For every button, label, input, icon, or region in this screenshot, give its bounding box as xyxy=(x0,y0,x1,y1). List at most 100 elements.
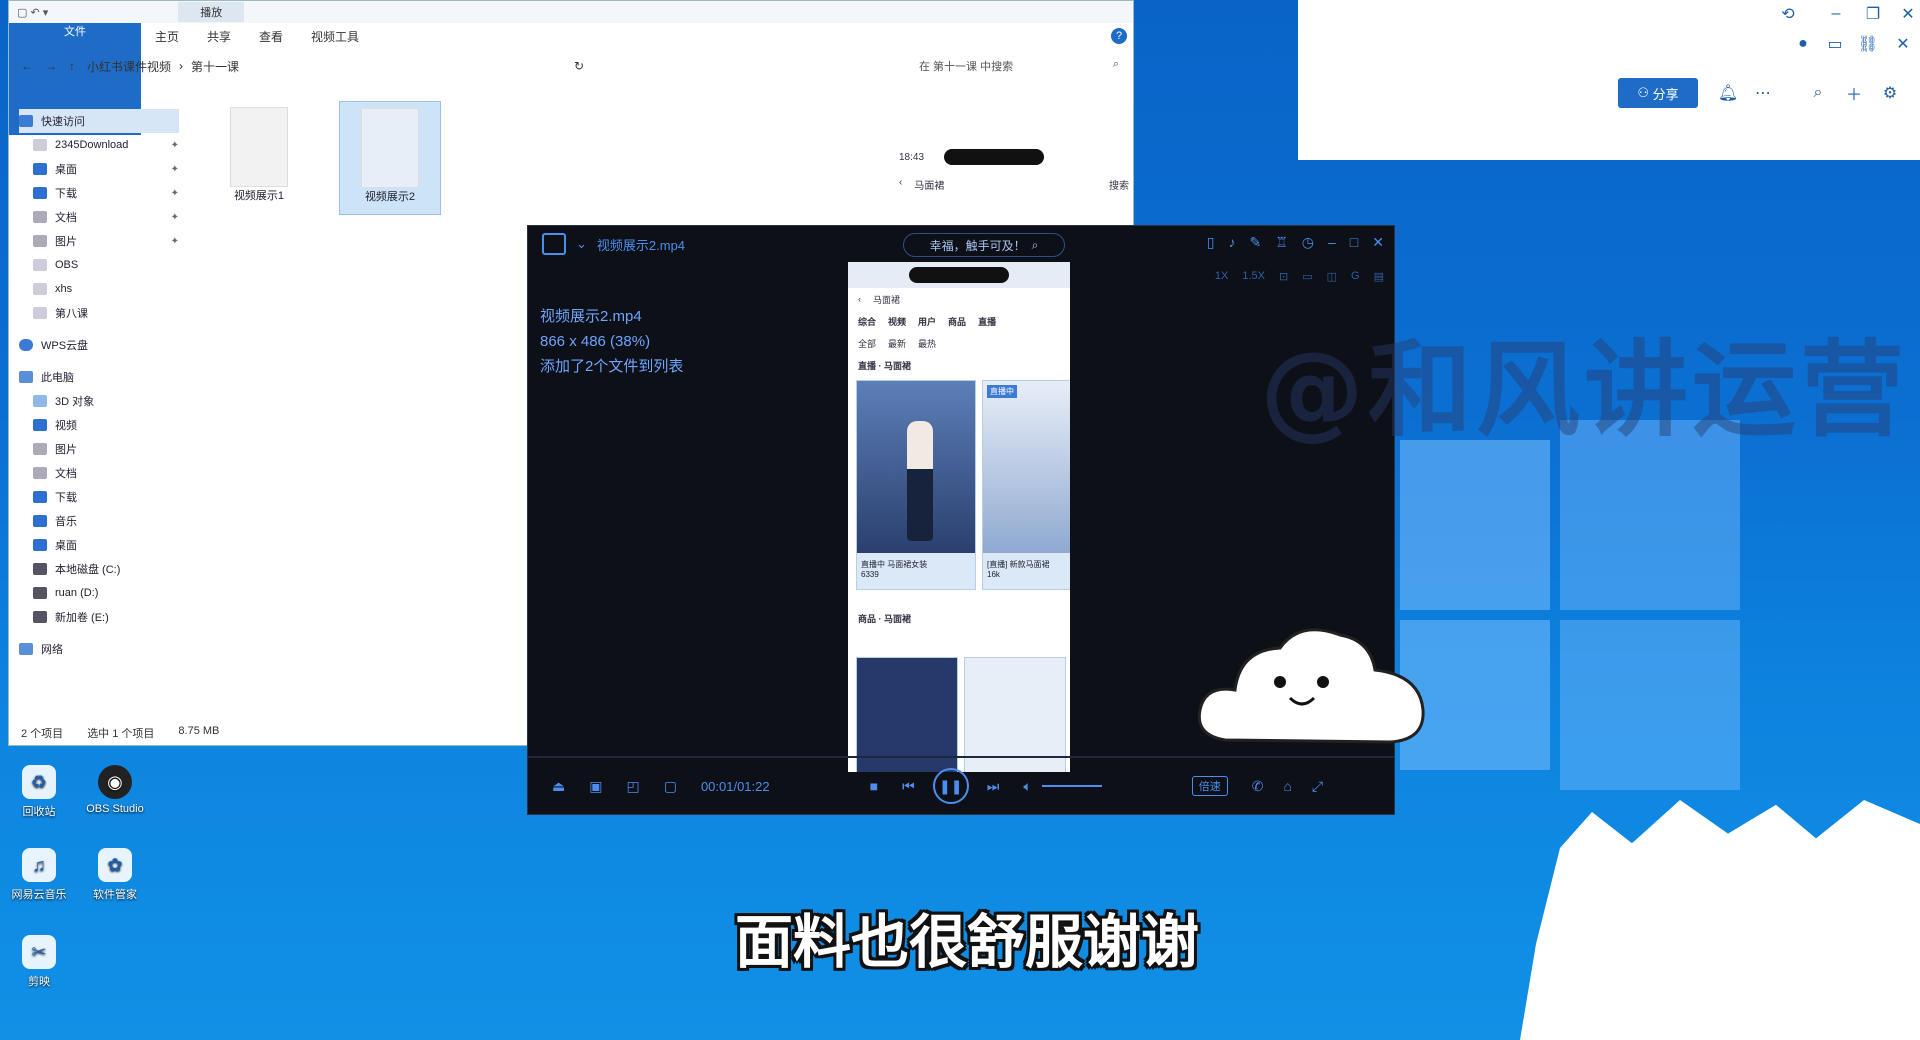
app-tab: 视频 xyxy=(888,316,907,327)
context-tab-play[interactable]: 播放 xyxy=(178,2,245,22)
capture-icon[interactable]: ◫ xyxy=(1327,270,1337,283)
video-thumbnail xyxy=(361,108,419,188)
plus-icon[interactable]: ＋ xyxy=(1844,83,1864,104)
nav-item[interactable]: 桌面 xyxy=(19,533,179,557)
volume-slider[interactable] xyxy=(1041,785,1102,787)
skin-icon[interactable]: ♖ xyxy=(1275,234,1288,251)
brush-icon[interactable]: ✎ xyxy=(1249,234,1261,251)
video-frame[interactable]: ‹ 马面裙 综合 视频 用户 商品 直播 全部 最新 最热 直播 · 马面裙 直… xyxy=(848,262,1070,772)
pause-button[interactable]: ❚❚ xyxy=(932,768,969,804)
breadcrumb-item[interactable]: 小红书课件视频 xyxy=(87,58,171,75)
nav-item[interactable]: 视频 xyxy=(19,413,179,437)
search-placeholder: 在 第十一课 中搜索 xyxy=(919,61,1014,73)
nav-item[interactable]: 下载 ✦ xyxy=(19,181,179,205)
ratio-icon[interactable]: ▭ xyxy=(1302,270,1312,283)
fullscreen-icon[interactable]: ⤢ xyxy=(1312,778,1323,795)
next-icon[interactable]: ⏭ xyxy=(987,778,1000,795)
ribbon-tab-video-tools[interactable]: 视频工具 xyxy=(297,23,373,49)
bell-icon[interactable]: 🔔︎ xyxy=(1718,83,1738,103)
desktop-icon-jianying[interactable]: ✂ 剪映 xyxy=(4,935,74,989)
ribbon-tab-home[interactable]: 主页 xyxy=(141,23,193,49)
file-item[interactable]: 视频展示1 xyxy=(209,101,309,213)
player-search[interactable]: 幸福，触手可及！ ⌕ xyxy=(903,233,1065,257)
breadcrumb-item[interactable]: 第十一课 xyxy=(191,58,239,75)
lock-icon[interactable]: ⌂ xyxy=(1283,778,1291,794)
playlist-icon[interactable]: ▣ xyxy=(589,778,602,795)
close-icon[interactable]: ✕ xyxy=(1893,34,1913,54)
nav-item[interactable]: 2345Download ✦ xyxy=(19,133,179,157)
screen-icon[interactable]: ▢ xyxy=(664,778,677,795)
nav-item[interactable]: 下载 xyxy=(19,485,179,509)
pin-icon: ✦ xyxy=(170,235,179,247)
app-tab: 综合 xyxy=(858,316,877,327)
search-icon[interactable]: ⌕ xyxy=(1808,83,1828,103)
desktop-icon-label: 软件管家 xyxy=(93,889,137,901)
nav-this-pc[interactable]: 此电脑 xyxy=(19,365,179,389)
picture-icon xyxy=(33,235,47,247)
phone-icon[interactable]: ✆ xyxy=(1252,778,1264,795)
nav-item[interactable]: ruan (D:) xyxy=(19,581,179,605)
minimize-icon[interactable]: – xyxy=(1328,234,1336,251)
nav-item[interactable]: 新加卷 (E:) xyxy=(19,605,179,629)
nav-item[interactable]: 本地磁盘 (C:) xyxy=(19,557,179,581)
clock-icon[interactable]: ◷ xyxy=(1302,234,1314,251)
nav-item[interactable]: 图片 xyxy=(19,437,179,461)
nav-item[interactable]: 图片 ✦ xyxy=(19,229,179,253)
close-icon[interactable]: ✕ xyxy=(1372,234,1384,251)
maximize-icon[interactable]: □ xyxy=(1350,234,1358,251)
restore-icon[interactable]: ❐ xyxy=(1863,4,1883,24)
nav-item[interactable]: 音乐 xyxy=(19,509,179,533)
nav-item[interactable]: OBS xyxy=(19,253,179,277)
share-button[interactable]: ⚇ 分享 xyxy=(1618,78,1698,108)
speed-button[interactable]: 倍速 xyxy=(1191,776,1228,796)
nav-item[interactable]: 第八课 xyxy=(19,301,179,325)
nav-item[interactable]: 桌面 ✦ xyxy=(19,157,179,181)
back-arrow-icon[interactable]: ← xyxy=(21,59,33,73)
nav-item[interactable]: 文档 ✦ xyxy=(19,205,179,229)
nav-item[interactable]: xhs xyxy=(19,277,179,301)
preview-search-button: 搜索 xyxy=(1109,181,1129,192)
quick-toolbar-icon[interactable]: ▢ ↶ ▾ xyxy=(17,6,48,19)
previous-icon[interactable]: ⏮ xyxy=(902,778,915,795)
gif-icon[interactable]: G xyxy=(1351,270,1360,283)
bot-icon[interactable]: ● xyxy=(1793,34,1813,54)
nav-quick-access[interactable]: 快速访问 xyxy=(19,109,179,133)
bell-icon[interactable]: ♪ xyxy=(1228,234,1235,251)
link-icon[interactable]: ⛓ xyxy=(1858,34,1878,54)
speed-1-5x[interactable]: 1.5X xyxy=(1242,270,1265,283)
phone-icon[interactable]: ▯ xyxy=(1207,234,1215,251)
subtitle-icon[interactable]: ◰ xyxy=(626,778,639,795)
up-arrow-icon[interactable]: ↑ xyxy=(69,59,75,73)
desktop-icon-software[interactable]: ✿ 软件管家 xyxy=(80,848,150,902)
chevron-down-icon[interactable]: ⌄ xyxy=(576,236,587,252)
help-icon[interactable]: ? xyxy=(1111,28,1127,44)
breadcrumb[interactable]: 小红书课件视频 › 第十一课 xyxy=(87,58,239,75)
nav-item[interactable]: 文档 xyxy=(19,461,179,485)
nav-network[interactable]: 网络 xyxy=(19,637,179,661)
search-input[interactable]: 在 第十一课 中搜索 ⌕ xyxy=(919,58,1133,74)
more-icon[interactable]: ⋯ xyxy=(1753,83,1773,103)
stop-icon[interactable]: ■ xyxy=(870,778,878,794)
player-logo-icon[interactable] xyxy=(542,233,566,255)
refresh-icon[interactable]: ↻ xyxy=(574,59,584,73)
close-icon[interactable]: ✕ xyxy=(1898,4,1918,24)
ribbon-tab-share[interactable]: 共享 xyxy=(193,23,245,49)
crop-icon[interactable]: ⊡ xyxy=(1279,270,1288,283)
speed-1x[interactable]: 1X xyxy=(1215,270,1228,283)
file-item[interactable]: 视频展示2 xyxy=(339,101,441,215)
gear-icon[interactable]: ⚙ xyxy=(1880,83,1900,103)
desktop-icon-obs[interactable]: ◉ OBS Studio xyxy=(80,765,150,815)
goods-card xyxy=(964,657,1066,772)
desktop-icon-recycle-bin[interactable]: ♻ 回收站 xyxy=(4,765,74,819)
volume-icon[interactable]: 🔈︎ xyxy=(1023,778,1031,795)
desktop-icon-music[interactable]: ♫ 网易云音乐 xyxy=(4,848,74,902)
eject-icon[interactable]: ⏏ xyxy=(552,778,565,795)
forward-arrow-icon[interactable]: → xyxy=(45,59,57,73)
window-icon[interactable]: ▭ xyxy=(1825,34,1845,54)
history-icon[interactable]: ⟲ xyxy=(1778,4,1798,24)
ribbon-tab-view[interactable]: 查看 xyxy=(245,23,297,49)
nav-wps-cloud[interactable]: WPS云盘 xyxy=(19,333,179,357)
minimize-icon[interactable]: – xyxy=(1826,4,1846,24)
layer-icon[interactable]: ▤ xyxy=(1374,270,1384,283)
nav-item[interactable]: 3D 对象 xyxy=(19,389,179,413)
